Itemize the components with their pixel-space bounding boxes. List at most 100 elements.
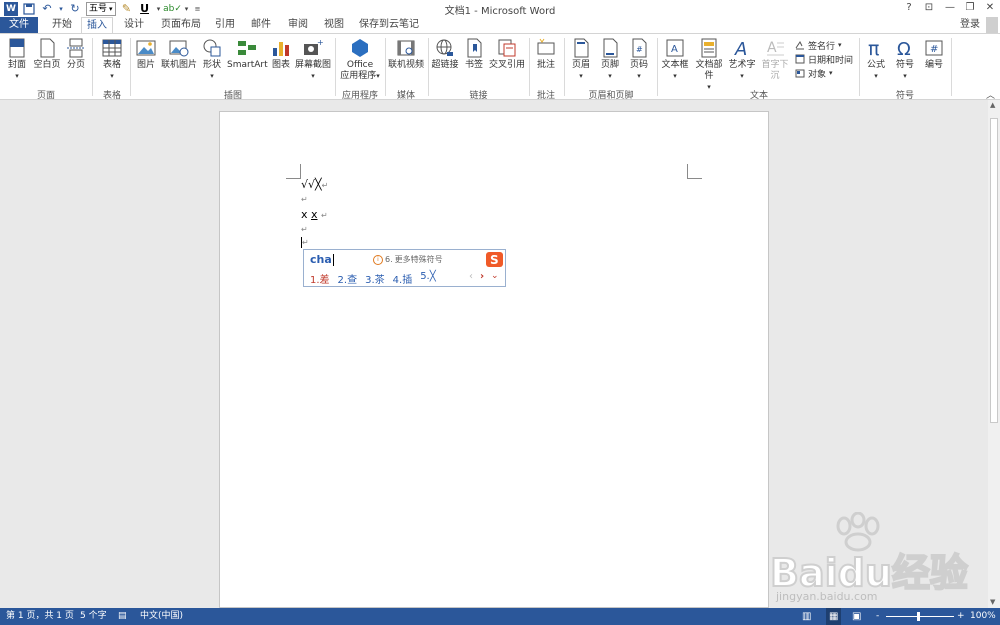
date-time-button[interactable]: 日期和时间: [795, 52, 857, 66]
zoom-level[interactable]: 100%: [970, 608, 996, 625]
table-button[interactable]: 表格 ▾: [99, 38, 125, 82]
online-picture-button[interactable]: 联机图片: [161, 38, 197, 71]
footer-button[interactable]: 页脚 ▾: [598, 38, 622, 82]
hyperlink-button[interactable]: 超链接: [431, 38, 459, 71]
drop-cap-button[interactable]: A 首字下沉: [758, 38, 792, 82]
header-button[interactable]: 页眉 ▾: [569, 38, 593, 82]
ribbon-display-options-button[interactable]: ⊡: [920, 1, 938, 15]
window-title: 文档1 - Microsoft Word: [444, 6, 556, 17]
ime-candidate-4[interactable]: 4.插: [393, 271, 413, 286]
info-icon: i: [373, 254, 383, 265]
document-line-3[interactable]: x x ↵: [301, 208, 328, 221]
date-time-label: 日期和时间: [808, 55, 854, 66]
cross-reference-button[interactable]: 交叉引用: [488, 38, 526, 71]
paragraph-mark: ↵: [302, 238, 309, 247]
login-link[interactable]: 登录: [960, 17, 980, 33]
shapes-button[interactable]: 形状 ▾: [200, 38, 224, 82]
calendar-icon: [795, 54, 805, 64]
ime-next-page-icon[interactable]: ›: [480, 271, 484, 282]
comment-button[interactable]: 批注: [533, 38, 559, 71]
online-picture-label: 联机图片: [161, 60, 198, 70]
tab-mailings[interactable]: 邮件: [247, 17, 275, 33]
tab-view[interactable]: 视图: [320, 17, 348, 33]
online-video-button[interactable]: 联机视频: [387, 38, 425, 71]
omega-icon: Ω: [897, 39, 911, 58]
cover-page-button[interactable]: 封面 ▾: [4, 38, 30, 82]
ime-candidate-2[interactable]: 2.查: [338, 271, 358, 286]
read-mode-icon[interactable]: ▥: [802, 608, 811, 625]
equation-button[interactable]: π 公式 ▾: [863, 38, 889, 82]
object-label: 对象: [808, 69, 827, 80]
tab-home[interactable]: 开始: [47, 17, 77, 33]
tab-design[interactable]: 设计: [119, 17, 149, 33]
smartart-button[interactable]: SmartArt: [227, 38, 268, 71]
wordart-label: 艺术字: [728, 60, 756, 70]
ime-more-symbols-hint[interactable]: i 6. 更多特殊符号: [373, 254, 443, 265]
ime-hint-index: 6.: [385, 255, 393, 264]
svg-text:+: +: [317, 38, 323, 47]
help-button[interactable]: ?: [900, 1, 918, 15]
zoom-out-button[interactable]: -: [876, 608, 879, 625]
wordart-button[interactable]: A 艺术字 ▾: [728, 38, 756, 82]
document-line-1[interactable]: √√╳↵: [301, 178, 328, 191]
picture-button[interactable]: 图片: [134, 38, 158, 71]
account-avatar[interactable]: [986, 17, 998, 33]
tab-file[interactable]: 文件: [0, 17, 38, 33]
proofing-icon[interactable]: ▤: [118, 608, 127, 625]
quick-parts-button[interactable]: 文档部件 ▾: [692, 38, 726, 93]
ime-candidate-3[interactable]: 3.茶: [365, 271, 385, 286]
scroll-down-icon[interactable]: ▼: [990, 598, 995, 606]
page-number-label: 页码: [629, 60, 648, 70]
zoom-in-button[interactable]: +: [957, 608, 965, 625]
page-number-icon: #: [632, 38, 647, 58]
tab-page-layout[interactable]: 页面布局: [158, 17, 204, 33]
candidate-text: ╳: [429, 271, 436, 282]
scrollbar-thumb[interactable]: [990, 118, 998, 423]
text-small-buttons: 签名行 ▾ 日期和时间 对象 ▾: [795, 38, 857, 80]
ime-input-text: cha: [310, 253, 332, 266]
scroll-up-icon[interactable]: ▲: [990, 101, 995, 109]
print-layout-icon[interactable]: ▦: [826, 608, 842, 625]
number-button[interactable]: # 编号: [921, 38, 947, 71]
signature-line-label: 签名行: [808, 41, 836, 52]
close-button[interactable]: ✕: [981, 1, 999, 15]
chevron-down-icon: ▾: [608, 72, 612, 80]
ime-hint-text: 更多特殊符号: [394, 255, 443, 264]
page-break-button[interactable]: 分页: [64, 38, 88, 71]
office-apps-button[interactable]: Office 应用程序▾: [338, 38, 382, 82]
language-status[interactable]: 中文(中国): [140, 608, 183, 625]
office-apps-label-line1: Office: [346, 60, 374, 70]
tab-review[interactable]: 审阅: [284, 17, 312, 33]
paragraph-mark: ↵: [321, 181, 329, 190]
page-count-status[interactable]: 第 1 页，共 1 页: [6, 608, 74, 625]
group-separator: [859, 38, 860, 96]
ime-prev-page-icon[interactable]: ‹: [469, 271, 473, 282]
hyperlink-icon: [436, 39, 453, 56]
page-number-button[interactable]: # 页码 ▾: [627, 38, 651, 82]
ime-expand-icon[interactable]: ⌄: [491, 271, 499, 281]
tab-references[interactable]: 引用: [211, 17, 239, 33]
word-count-status[interactable]: 5 个字: [80, 608, 107, 625]
screenshot-button[interactable]: + 屏幕截图 ▾: [294, 38, 332, 82]
tab-insert[interactable]: 插入: [81, 17, 113, 33]
ime-candidate-1[interactable]: 1.差: [310, 271, 330, 286]
object-button[interactable]: 对象 ▾: [795, 66, 857, 80]
online-picture-icon: [169, 40, 189, 57]
minimize-button[interactable]: —: [941, 1, 959, 15]
zoom-slider-track[interactable]: [886, 616, 954, 617]
ribbon-tab-row: 文件 开始 插入 设计 页面布局 引用 邮件 审阅 视图 保存到云笔记 登录: [0, 17, 1000, 33]
zoom-slider-thumb[interactable]: [917, 612, 920, 621]
ime-candidate-list: 1.差 2.查 3.茶 4.插 5.╳: [310, 271, 436, 286]
svg-text:S: S: [490, 253, 499, 267]
blank-page-button[interactable]: 空白页: [32, 38, 62, 71]
ime-candidate-5[interactable]: 5.╳: [420, 271, 436, 286]
candidate-number: 5.: [420, 271, 430, 282]
tab-save-to-cloud-notes[interactable]: 保存到云笔记: [356, 17, 422, 33]
chart-button[interactable]: 图表: [270, 38, 292, 71]
signature-line-button[interactable]: 签名行 ▾: [795, 38, 857, 52]
web-layout-icon[interactable]: ▣: [852, 608, 861, 625]
text-box-button[interactable]: A 文本框 ▾: [661, 38, 689, 82]
maximize-button[interactable]: ❐: [961, 1, 979, 15]
bookmark-button[interactable]: 书签: [462, 38, 486, 71]
symbol-button[interactable]: Ω 符号 ▾: [892, 38, 918, 82]
